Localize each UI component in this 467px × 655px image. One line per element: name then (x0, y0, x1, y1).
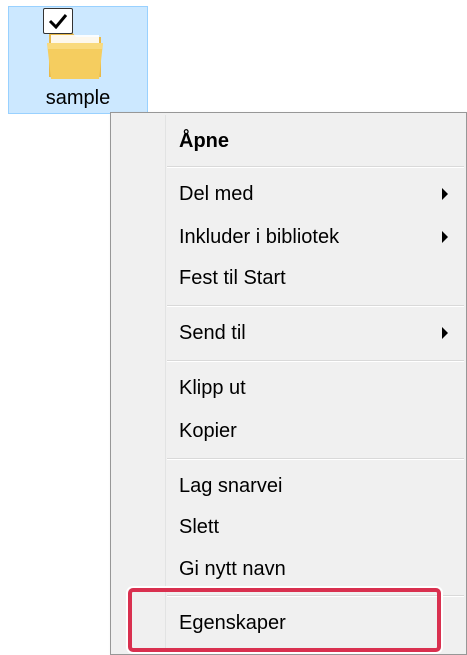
menu-item-cut[interactable]: Klipp ut (113, 368, 464, 408)
menu-item-delete[interactable]: Slett (113, 507, 464, 547)
menu-item-label: Klipp ut (179, 376, 246, 399)
menu-item-label: Gi nytt navn (179, 557, 286, 580)
checkmark-icon (48, 14, 68, 29)
desktop: sample Åpne Del med Inkluder i bibliotek… (0, 0, 467, 655)
menu-separator (167, 305, 464, 307)
menu-item-pin-to-start[interactable]: Fest til Start (113, 258, 464, 298)
menu-separator (167, 458, 464, 460)
menu-separator (167, 360, 464, 362)
folder-item-sample[interactable]: sample (8, 6, 148, 114)
selection-checkbox[interactable] (43, 8, 73, 34)
menu-item-label: Inkluder i bibliotek (179, 225, 340, 248)
context-menu: Åpne Del med Inkluder i bibliotek Fest t… (110, 112, 467, 655)
submenu-arrow-icon (442, 231, 448, 243)
submenu-arrow-icon (442, 188, 448, 200)
menu-item-label: Lag snarvei (179, 474, 283, 497)
menu-item-create-shortcut[interactable]: Lag snarvei (113, 466, 464, 506)
menu-item-open[interactable]: Åpne (113, 121, 464, 161)
folder-name: sample (45, 87, 111, 109)
menu-item-copy[interactable]: Kopier (113, 411, 464, 451)
menu-item-include-in-library[interactable]: Inkluder i bibliotek (113, 217, 464, 257)
submenu-arrow-icon (442, 327, 448, 339)
menu-item-share-with[interactable]: Del med (113, 174, 464, 214)
menu-item-label: Kopier (179, 419, 237, 442)
menu-item-send-to[interactable]: Send til (113, 313, 464, 353)
menu-item-label: Fest til Start (179, 266, 286, 289)
highlight-frame (128, 588, 441, 652)
menu-item-label: Åpne (179, 129, 229, 152)
menu-item-label: Slett (179, 515, 220, 538)
menu-separator (167, 166, 464, 168)
menu-item-label: Del med (179, 182, 254, 205)
menu-item-label: Send til (179, 321, 246, 344)
menu-item-rename[interactable]: Gi nytt navn (113, 549, 464, 589)
